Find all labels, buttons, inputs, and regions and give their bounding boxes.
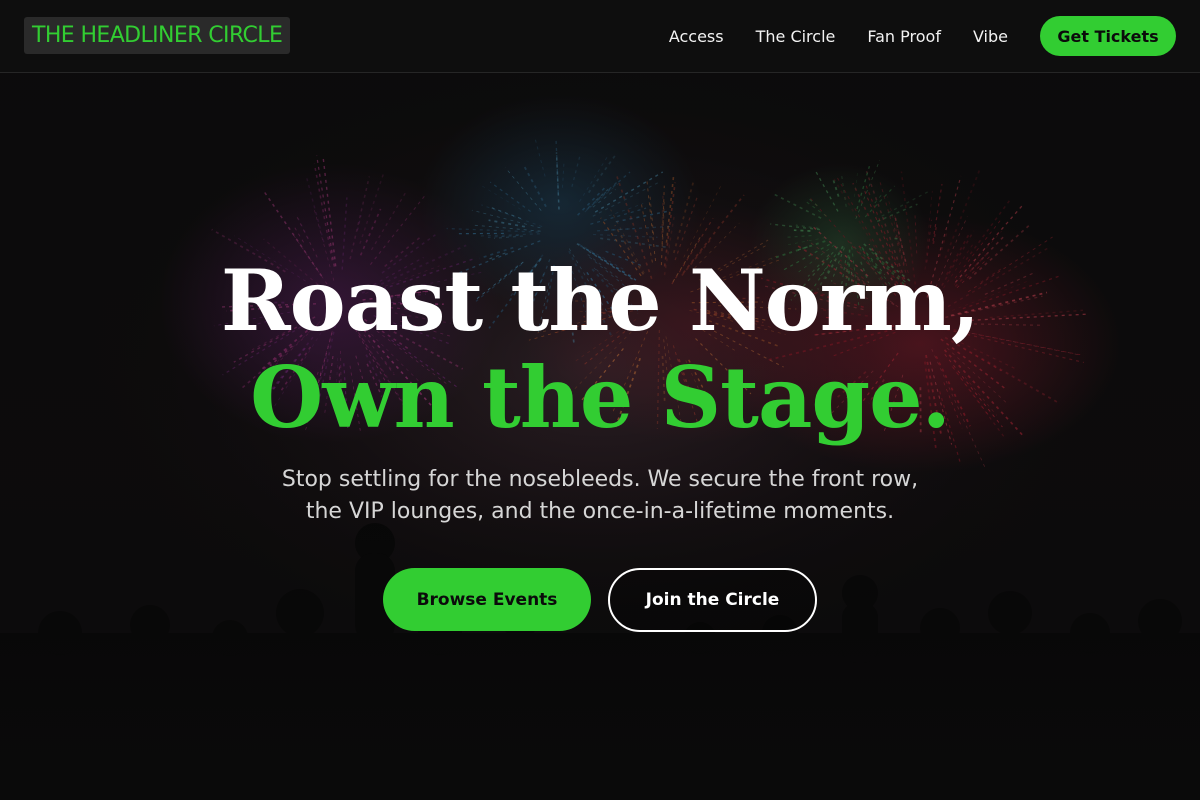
nav-link-fan-proof[interactable]: Fan Proof xyxy=(867,27,941,46)
site-header: THE HEADLINER CIRCLE Access The Circle F… xyxy=(0,0,1200,73)
main-nav: Access The Circle Fan Proof Vibe Get Tic… xyxy=(669,0,1176,72)
nav-link-the-circle[interactable]: The Circle xyxy=(756,27,836,46)
nav-link-access[interactable]: Access xyxy=(669,27,724,46)
browse-events-button[interactable]: Browse Events xyxy=(383,568,591,631)
hero-section: Roast the Norm, Own the Stage. Stop sett… xyxy=(0,73,1200,800)
join-circle-button[interactable]: Join the Circle xyxy=(608,568,817,632)
hero-headline-line1: Roast the Norm, xyxy=(220,251,980,350)
hero-headline-line2: Own the Stage. xyxy=(250,348,951,447)
hero-subtext-line1: Stop settling for the nosebleeds. We sec… xyxy=(281,467,919,492)
brand-logo[interactable]: THE HEADLINER CIRCLE xyxy=(24,17,291,54)
hero-subtext-line2: the VIP lounges, and the once-in-a-lifet… xyxy=(305,499,895,524)
get-tickets-button[interactable]: Get Tickets xyxy=(1040,16,1176,56)
nav-link-vibe[interactable]: Vibe xyxy=(973,27,1008,46)
